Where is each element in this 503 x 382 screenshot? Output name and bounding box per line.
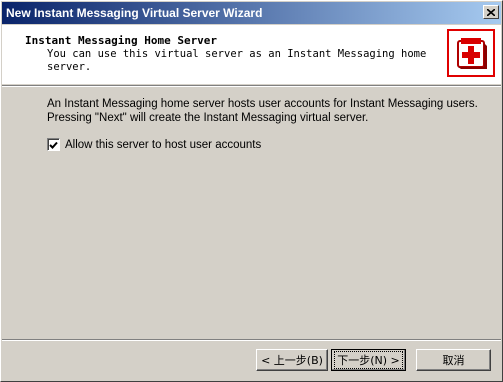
next-button[interactable]: 下一步(N) > bbox=[331, 349, 406, 371]
page-subtitle: You can use this virtual server as an In… bbox=[47, 48, 427, 73]
host-accounts-option[interactable]: Allow this server to host user accounts bbox=[47, 138, 261, 151]
back-button-label: < 上一步(B) bbox=[261, 354, 323, 367]
checkmark-icon bbox=[49, 135, 58, 154]
next-button-label: 下一步(N) > bbox=[334, 351, 403, 369]
wizard-header: Instant Messaging Home Server You can us… bbox=[2, 25, 501, 84]
close-button[interactable] bbox=[483, 5, 499, 19]
close-icon bbox=[487, 8, 495, 16]
footer-separator bbox=[2, 339, 501, 341]
title-bar[interactable]: New Instant Messaging Virtual Server Wiz… bbox=[2, 2, 501, 24]
header-separator bbox=[2, 85, 501, 87]
wizard-window: New Instant Messaging Virtual Server Wiz… bbox=[0, 0, 503, 382]
host-accounts-checkbox[interactable] bbox=[47, 138, 60, 151]
window-title: New Instant Messaging Virtual Server Wiz… bbox=[6, 6, 263, 20]
cancel-button[interactable]: 取消 bbox=[416, 349, 491, 371]
server-medical-icon bbox=[447, 29, 495, 77]
description-text: An Instant Messaging home server hosts u… bbox=[47, 98, 478, 124]
host-accounts-label[interactable]: Allow this server to host user accounts bbox=[65, 139, 261, 151]
back-button[interactable]: < 上一步(B) bbox=[256, 349, 328, 371]
cancel-button-label: 取消 bbox=[442, 354, 465, 367]
page-title: Instant Messaging Home Server bbox=[25, 34, 218, 47]
